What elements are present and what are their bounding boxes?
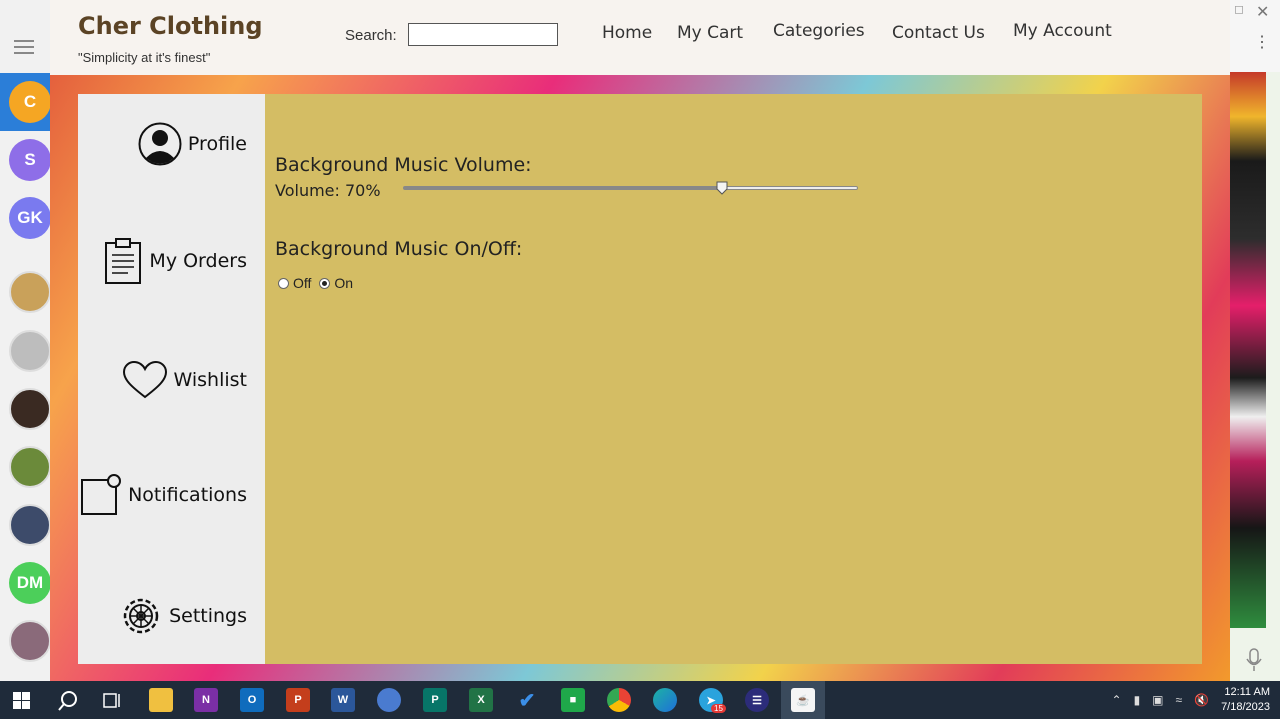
eclipse-icon[interactable]: ☰ <box>745 688 769 712</box>
powerpoint-icon[interactable]: P <box>286 688 310 712</box>
account-sidebar: Profile My Orders Wishlist Notifications… <box>78 94 265 664</box>
speaker-muted-icon[interactable]: 🔇 <box>1194 693 1209 707</box>
heart-icon <box>122 360 167 399</box>
chat-avatar[interactable] <box>9 388 51 430</box>
chat-avatar[interactable] <box>9 446 51 488</box>
radio-off[interactable]: Off <box>278 275 311 291</box>
excel-icon[interactable]: X <box>469 688 493 712</box>
device-icon[interactable]: ▣ <box>1152 693 1163 707</box>
nav-my-account[interactable]: My Account <box>1013 21 1112 41</box>
search-label: Search: <box>345 27 397 44</box>
chevron-up-icon[interactable]: ⌃ <box>1112 693 1122 707</box>
right-window-edge: ◻ ✕ ⋮ <box>1230 0 1280 681</box>
green-app-icon[interactable]: ■ <box>561 688 585 712</box>
taskbar-clock[interactable]: 12:11 AM 7/18/2023 <box>1221 685 1270 715</box>
clock-time: 12:11 AM <box>1224 686 1270 698</box>
todo-check-icon[interactable]: ✔ <box>515 688 539 712</box>
avatar-initials: S <box>24 150 36 169</box>
paint-icon[interactable] <box>377 688 401 712</box>
file-explorer-icon[interactable] <box>149 688 173 712</box>
microphone-icon[interactable] <box>1246 648 1262 672</box>
volume-label: Volume: 70% <box>275 181 381 200</box>
brand-tagline: "Simplicity at it's finest" <box>78 50 211 65</box>
nav-home[interactable]: Home <box>602 23 652 43</box>
clock-date: 7/18/2023 <box>1221 701 1270 713</box>
sidebar-item-label: My Orders <box>149 250 247 272</box>
music-toggle-group: Off On <box>278 275 353 291</box>
app-header: Cher Clothing "Simplicity at it's finest… <box>50 0 1230 75</box>
settings-panel: Background Music Volume: Volume: 70% Bac… <box>265 94 1202 664</box>
avatar-initials: DM <box>16 573 44 592</box>
java-app-icon[interactable]: ☕ <box>791 688 815 712</box>
sidebar-item-label: Wishlist <box>173 369 248 391</box>
brand-title: Cher Clothing <box>78 12 263 40</box>
word-icon[interactable]: W <box>331 688 355 712</box>
restore-icon[interactable]: ◻ <box>1234 2 1244 16</box>
sidebar-item-notifications[interactable]: Notifications <box>80 474 247 516</box>
radio-off-label: Off <box>293 275 312 291</box>
chrome-icon[interactable] <box>607 688 631 712</box>
search-icon[interactable] <box>57 690 79 712</box>
gear-icon <box>123 598 159 634</box>
chat-avatar[interactable]: S <box>9 139 51 181</box>
outlook-icon[interactable]: O <box>240 688 264 712</box>
slider-fill <box>404 187 723 189</box>
taskbar: N O P W P X ✔ ■ ➤ 15 ☰ ☕ ⌃ ▮ ▣ ≈ 🔇 12:11… <box>0 681 1280 719</box>
chat-avatar[interactable] <box>9 271 51 313</box>
onenote-icon[interactable]: N <box>194 688 218 712</box>
search-input[interactable] <box>408 23 558 46</box>
sidebar-item-wishlist[interactable]: Wishlist <box>122 360 248 400</box>
radio-on[interactable]: On <box>319 275 353 291</box>
volume-slider[interactable] <box>403 180 858 196</box>
avatar-initials: GK <box>17 208 43 227</box>
chat-avatar[interactable]: DM <box>9 562 51 604</box>
notification-icon <box>81 474 122 515</box>
preview-thumbnails <box>1230 72 1266 628</box>
chat-avatar[interactable] <box>9 620 51 662</box>
battery-icon[interactable]: ▮ <box>1134 693 1141 707</box>
nav-categories[interactable]: Categories <box>773 21 865 41</box>
chat-avatar[interactable]: GK <box>9 197 51 239</box>
chat-avatar[interactable]: C <box>9 81 51 123</box>
sidebar-item-label: Settings <box>169 605 247 627</box>
user-silhouette-icon <box>138 122 182 166</box>
radio-on-label: On <box>334 275 354 291</box>
sidebar-item-label: Notifications <box>128 484 247 506</box>
publisher-icon[interactable]: P <box>423 688 447 712</box>
chat-avatar[interactable] <box>9 504 51 546</box>
radio-off-circle[interactable] <box>278 277 289 289</box>
volume-heading: Background Music Volume: <box>275 154 532 176</box>
close-icon[interactable]: ✕ <box>1256 2 1269 22</box>
nav-contact-us[interactable]: Contact Us <box>892 23 985 43</box>
toggle-heading: Background Music On/Off: <box>275 238 523 260</box>
sidebar-item-profile[interactable]: Profile <box>138 122 247 166</box>
windows-start-icon[interactable] <box>13 692 30 709</box>
chat-avatar[interactable] <box>9 330 51 372</box>
clipboard-icon <box>105 238 142 284</box>
more-options-icon[interactable]: ⋮ <box>1254 35 1270 51</box>
nav-my-cart[interactable]: My Cart <box>677 23 743 43</box>
wifi-icon[interactable]: ≈ <box>1176 693 1183 707</box>
radio-on-circle[interactable] <box>319 277 331 289</box>
sidebar-item-my-orders[interactable]: My Orders <box>103 237 247 285</box>
edge-icon[interactable] <box>653 688 677 712</box>
sidebar-item-settings[interactable]: Settings <box>119 594 247 638</box>
sidebar-item-label: Profile <box>187 133 247 155</box>
hamburger-menu-icon[interactable] <box>14 40 34 54</box>
task-view-icon[interactable] <box>103 692 121 709</box>
avatar-initials: C <box>23 92 37 111</box>
slider-thumb[interactable] <box>716 181 728 195</box>
chat-sidebar: C S GK DM <box>0 0 51 681</box>
app-window: Cher Clothing "Simplicity at it's finest… <box>50 0 1230 681</box>
system-tray: ⌃ ▮ ▣ ≈ 🔇 12:11 AM 7/18/2023 <box>1112 681 1271 719</box>
telegram-unread-badge: 15 <box>711 704 726 713</box>
